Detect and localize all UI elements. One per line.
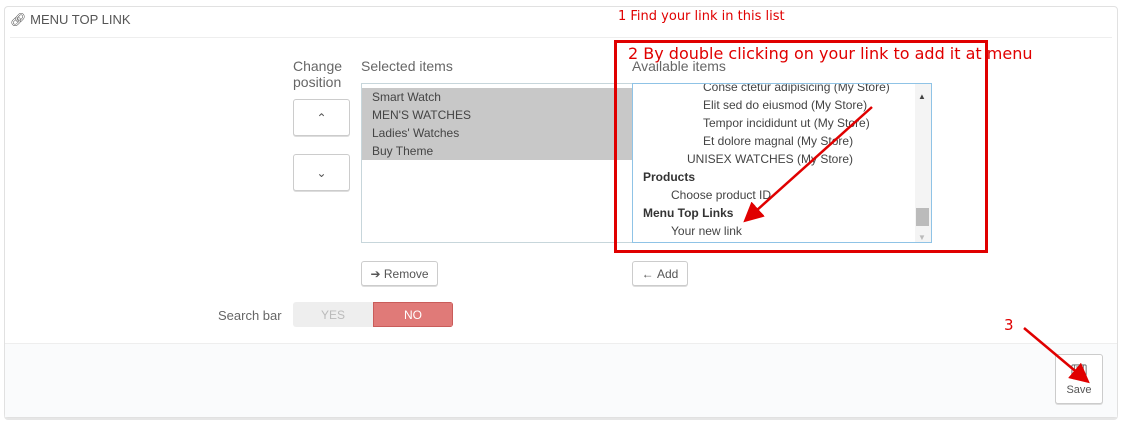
arrow-to-link: [743, 106, 873, 223]
annotation-arrows: [743, 106, 1090, 384]
arrow-to-save: [1023, 327, 1090, 384]
